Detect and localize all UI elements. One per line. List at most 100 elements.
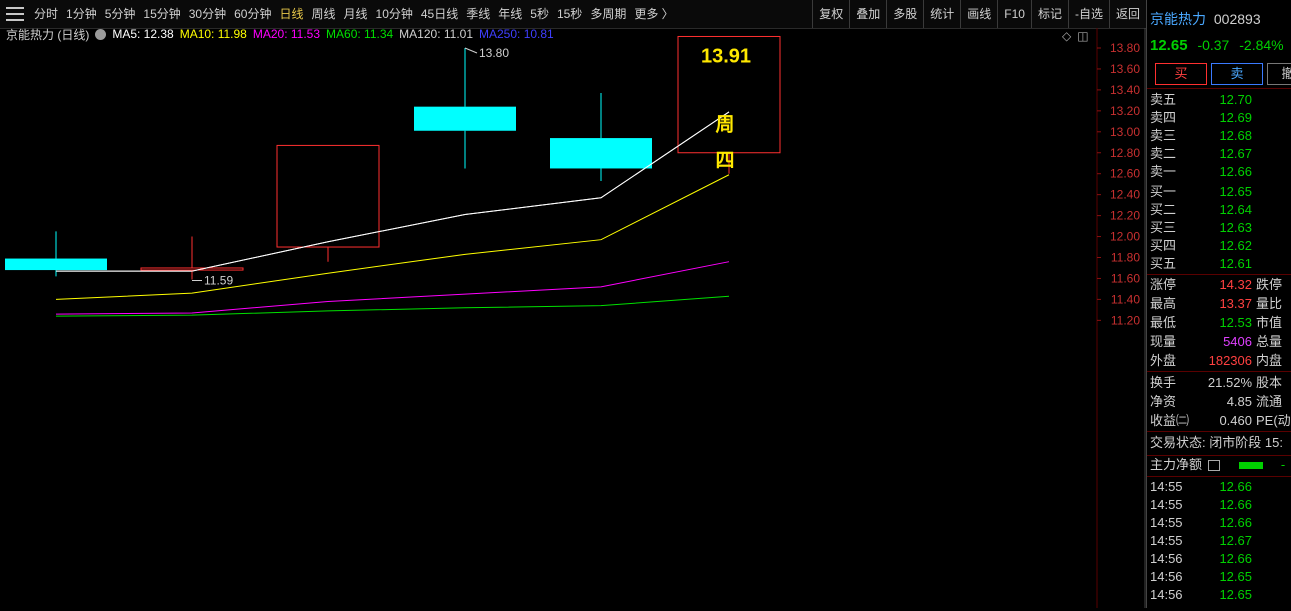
settings-circle-icon[interactable]: [95, 28, 107, 40]
period-bar: 分时 1分钟 5分钟 15分钟 30分钟 60分钟 日线 周线 月线 10分钟 45日线 季线 年线 5秒…: [0, 0, 678, 28]
main-flow-label: 主力净额: [1150, 457, 1203, 472]
period-tab[interactable]: 日线: [275, 0, 307, 28]
stat-label: 最低: [1150, 315, 1177, 330]
period-tab[interactable]: 5分钟: [101, 0, 140, 28]
period-tab[interactable]: 分时: [30, 0, 62, 28]
stat-label: 换手: [1150, 375, 1177, 390]
trade-status-time: 15:: [1264, 435, 1283, 450]
toolbar-button[interactable]: 复权: [812, 0, 849, 28]
sell-button[interactable]: 卖: [1211, 63, 1263, 85]
tick-price: 12.65: [1219, 569, 1252, 584]
grid-icon[interactable]: [1207, 460, 1220, 472]
period-tab[interactable]: 1分钟: [62, 0, 101, 28]
y-tick-label: 12.20: [1110, 209, 1140, 223]
stat-value: 21.52%: [1207, 375, 1252, 390]
toolbar-button[interactable]: 返回: [1108, 0, 1146, 28]
forecast-day-label: 四: [715, 150, 734, 171]
stat-value: 0.460: [1219, 413, 1252, 428]
high-price-label: 13.80: [479, 46, 509, 60]
period-tab[interactable]: 15分钟: [139, 0, 184, 28]
y-tick-label: 11.60: [1111, 271, 1140, 285]
toolbar-button[interactable]: F10: [997, 0, 1031, 28]
candle-body: [414, 106, 516, 131]
period-tab[interactable]: 多周期: [586, 0, 630, 28]
period-tab[interactable]: 30分钟: [185, 0, 230, 28]
period-tab[interactable]: 年线: [494, 0, 526, 28]
toolbar-button[interactable]: 标记: [1030, 0, 1068, 28]
kline-svg[interactable]: 13.80 13.60 13.40 13.20 13.00 12.80 12.60 12.40…: [0, 28, 1146, 608]
bid-label: 买三: [1150, 220, 1177, 235]
ma-legend: 京能热力 (日线) MA5: 12.38 MA10: 11.98 MA20: 1…: [6, 26, 560, 42]
y-tick-label: 13.80: [1110, 41, 1140, 55]
bid-price: 12.62: [1219, 238, 1252, 253]
tick-time: 14:56: [1150, 551, 1183, 566]
stat-right-label: 市值: [1256, 315, 1283, 330]
high-pointer: [464, 47, 478, 54]
candle-body: [550, 138, 652, 169]
stat-value: 182306: [1208, 353, 1252, 368]
candle-body: [140, 267, 244, 271]
stat-value: 5406: [1223, 334, 1252, 349]
main-flow-extra: -: [1280, 457, 1286, 472]
menu-icon[interactable]: [6, 5, 24, 23]
period-tab[interactable]: 45日线: [417, 0, 462, 28]
ask-label: 卖二: [1150, 146, 1177, 161]
current-price: 12.65: [1150, 37, 1188, 54]
trade-status-value: 闭市阶段: [1209, 435, 1262, 450]
tick-time: 14:56: [1150, 569, 1183, 584]
quote-panel: 京能热力 002893 12.65 -0.37 -2.84% 买 卖 撤 卖五 1…: [1146, 0, 1291, 608]
ask-label: 卖一: [1150, 164, 1177, 179]
period-tab[interactable]: 更多 〉: [630, 0, 677, 28]
y-tick-label: 12.60: [1110, 167, 1140, 181]
y-tick-label: 13.00: [1110, 125, 1140, 139]
buy-button[interactable]: 买: [1155, 63, 1207, 85]
kline-chart[interactable]: 13.80 13.60 13.40 13.20 13.00 12.80 12.60 12.40…: [0, 28, 1146, 608]
tick-time: 14:55: [1150, 479, 1183, 494]
panel-toggle-icon[interactable]: ◫: [1077, 29, 1088, 43]
forecast-price-label: 13.91: [701, 45, 751, 67]
period-tab[interactable]: 15秒: [553, 0, 586, 28]
ma250-label: MA250: 10.81: [479, 27, 554, 41]
y-tick-label: 12.00: [1110, 230, 1140, 244]
ma20-label: MA20: 11.53: [252, 27, 321, 41]
ma60-label: MA60: 11.34: [326, 27, 394, 41]
tick-time: 14:55: [1150, 497, 1183, 512]
toolbar-button[interactable]: 画线: [960, 0, 997, 28]
period-tab[interactable]: 季线: [462, 0, 494, 28]
ask-price: 12.67: [1219, 146, 1252, 161]
stat-label: 最高: [1150, 296, 1177, 311]
period-tab[interactable]: 月线: [340, 0, 372, 28]
toolbar-button[interactable]: 统计: [923, 0, 960, 28]
period-tab[interactable]: 周线: [307, 0, 339, 28]
stat-right-label: 股本: [1256, 375, 1283, 390]
cancel-order-button[interactable]: 撤: [1267, 63, 1291, 85]
bid-label: 买一: [1150, 184, 1177, 199]
y-tick-label: 11.20: [1111, 313, 1140, 327]
stat-label: 收益㈡: [1150, 413, 1190, 428]
ask-price: 12.66: [1219, 164, 1252, 179]
ask-price: 12.69: [1219, 110, 1252, 125]
period-tab[interactable]: 5秒: [526, 0, 553, 28]
period-tab[interactable]: 60分钟: [230, 0, 275, 28]
toolbar-right-buttons: 复权 叠加 多股 统计 画线 F10 标记 -自选 返回: [812, 0, 1146, 28]
diamond-icon[interactable]: ◇: [1062, 29, 1071, 43]
trade-status: 交易状态: 闭市阶段 15:: [1150, 434, 1283, 452]
tick-time: 14:55: [1150, 533, 1183, 548]
tick-time: 14:55: [1150, 515, 1183, 530]
tick-price: 12.65: [1200, 604, 1252, 608]
tick-price: 12.66: [1219, 479, 1252, 494]
toolbar-button[interactable]: 多股: [886, 0, 923, 28]
chart-corner-controls: ◇ ◫: [1062, 29, 1089, 43]
ma20-line: [55, 261, 730, 315]
bid-label: 买二: [1150, 202, 1177, 217]
toolbar-button[interactable]: 叠加: [849, 0, 886, 28]
toolbar-button[interactable]: -自选: [1067, 0, 1109, 28]
stat-value: 12.53: [1219, 315, 1252, 330]
tick-price: 12.66: [1219, 551, 1252, 566]
y-tick-label: 12.80: [1110, 146, 1140, 160]
stat-value: 14.32: [1219, 277, 1252, 292]
stat-label: 涨停: [1150, 277, 1177, 292]
price-change-pct: -2.84%: [1239, 37, 1284, 53]
tick-price: 12.66: [1219, 515, 1252, 530]
period-tab[interactable]: 10分钟: [372, 0, 417, 28]
